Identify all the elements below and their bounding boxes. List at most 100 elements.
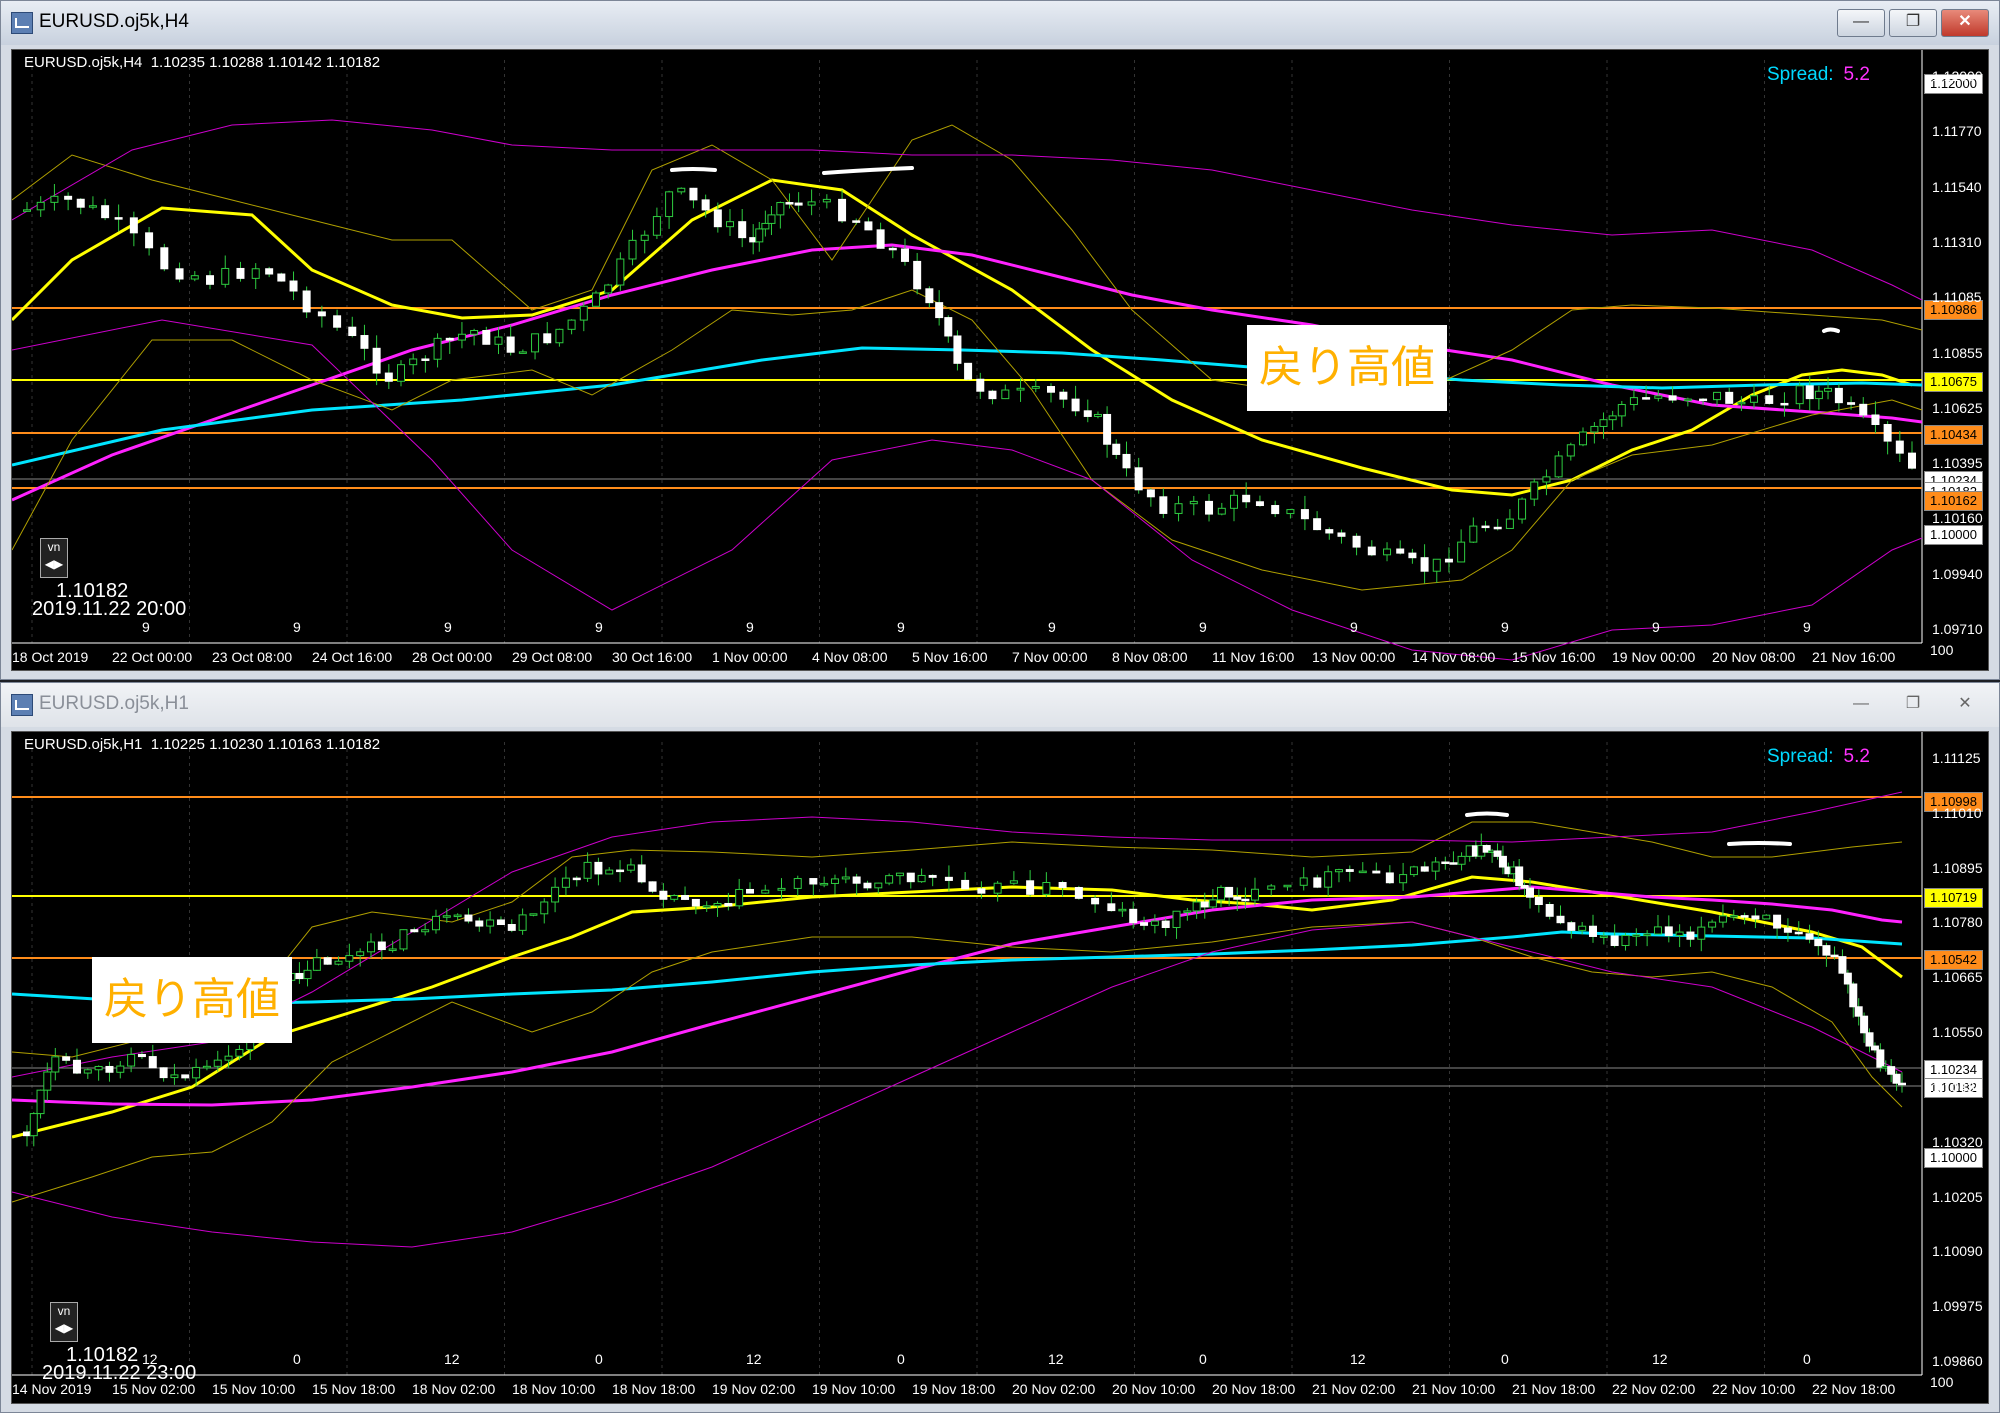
candle-body [384,372,393,382]
candlestick-chart-svg[interactable] [12,732,1990,1405]
candle-body [1749,395,1758,403]
maximize-button[interactable]: ❐ [1889,9,1937,37]
price-chart[interactable]: EURUSD.oj5k,H4 1.10235 1.10288 1.10142 1… [11,49,1989,671]
price-tick-label: 1.11010 [1932,804,1982,821]
candle-body [431,915,440,931]
candle-body [1830,954,1839,958]
price-tick-label: 1.10090 [1932,1243,1983,1260]
symbol-info: EURUSD.oj5k,H1 1.10225 1.10230 1.10163 1… [24,736,381,753]
annotation-label: 戻り高値 [1247,325,1447,411]
candle-body [1617,404,1626,417]
candle-body [1773,914,1782,929]
candle-body [1241,898,1250,902]
price-tick-label: 1.09710 [1932,621,1983,637]
annotation-label: 戻り高値 [92,957,292,1043]
hour-mark-label: 12 [1048,1351,1064,1367]
annotation-stroke [1727,841,1792,846]
time-axis-label: 20 Nov 02:00 [1012,1381,1096,1397]
close-button[interactable]: ✕ [1941,9,1989,37]
chart-window-h4[interactable]: EURUSD.oj5k,H4 — ❐ ✕ EURUSD.oj5k,H4 1.10… [0,0,2000,680]
candle-body [1895,440,1904,454]
minimize-button[interactable]: — [1837,9,1885,37]
time-axis-label: 19 Nov 00:00 [1612,649,1696,665]
candle-body [160,247,169,270]
candle-body [1399,874,1408,884]
time-axis-label: 22 Nov 18:00 [1812,1381,1896,1397]
candle-body [628,239,637,260]
candle-body [616,869,625,873]
candle-body [51,1056,60,1073]
candle-body [496,919,505,926]
time-axis-label: 21 Nov 16:00 [1812,649,1896,665]
candle-body [1697,926,1706,940]
candle-body [303,969,312,980]
candle-body [1042,882,1051,895]
title-bar[interactable]: EURUSD.oj5k,H4 — ❐ ✕ [1,1,1999,45]
candle-body [1026,880,1035,895]
candle-body [1814,390,1823,400]
candle-body [148,1056,157,1069]
candle-body [1250,888,1259,901]
price-tick-label: 1.10855 [1932,344,1983,361]
candlestick-chart-svg[interactable] [12,50,1990,672]
candle-body [1887,1066,1896,1075]
navigation-widget[interactable]: vn ◀▶ [40,538,68,578]
candle-body [900,248,909,262]
candle-body [1865,1032,1874,1047]
minimize-button[interactable]: — [1837,691,1885,719]
time-axis-label: 5 Nov 16:00 [912,649,988,665]
candle-body [1083,410,1092,417]
candle-body [953,335,962,364]
time-axis-label: 15 Nov 18:00 [312,1381,396,1397]
price-level-tag: 1.10675 [1924,372,1983,392]
candle-body [691,898,700,907]
candle-body [713,902,722,907]
time-axis-label: 30 Oct 16:00 [612,649,693,665]
price-chart[interactable]: EURUSD.oj5k,H1 1.10225 1.10230 1.10163 1… [11,731,1989,1404]
annotation-stroke [822,166,914,175]
title-bar[interactable]: EURUSD.oj5k,H1 — ❐ ✕ [1,683,1999,727]
candle-body [1737,401,1746,405]
candle-body [518,351,527,354]
candle-body [312,957,321,971]
close-button[interactable]: ✕ [1941,691,1989,719]
chart-window-h1[interactable]: EURUSD.oj5k,H1 — ❐ ✕ EURUSD.oj5k,H1 1.10… [0,682,2000,1413]
maximize-button[interactable]: ❐ [1889,691,1937,719]
candle-body [1225,886,1234,898]
candle-body [1675,931,1684,936]
candle-body [1134,467,1143,491]
candle-body [1526,887,1535,898]
candle-body [852,220,861,223]
candle-body [1805,385,1814,400]
candle-body [1337,532,1346,537]
time-axis-label: 21 Nov 10:00 [1412,1381,1496,1397]
annotation-stroke [1822,327,1840,333]
navigation-widget[interactable]: vn ◀▶ [50,1302,78,1342]
price-tick-label: 1.10395 [1932,455,1983,472]
candle-body [726,221,735,228]
candle-body [874,882,883,889]
moving-average-magenta [12,885,1903,1107]
candle-body [1883,424,1892,442]
hour-mark-label: 9 [595,619,603,635]
candle-body [594,861,603,875]
envelope-upper [12,119,1923,301]
candle-body [605,869,614,875]
time-axis-label: 20 Nov 10:00 [1112,1381,1196,1397]
candle-body [388,948,397,951]
candle-body [776,202,785,216]
hour-mark-label: 0 [1803,1351,1811,1367]
candle-body [1183,910,1192,913]
annotation-stroke [670,167,717,172]
time-axis-label: 18 Nov 02:00 [412,1381,496,1397]
candle-body [1009,880,1018,884]
price-tick-label: 1.11310 [1932,233,1982,250]
candle-body [224,1055,233,1061]
candle-body [738,221,747,239]
candle-body [1286,509,1295,515]
time-axis-label: 15 Nov 10:00 [212,1381,296,1397]
candle-body [265,268,274,275]
price-level-tag: 1.10234 [1924,1060,1983,1080]
candle-body [1892,1073,1901,1084]
candle-body [604,284,613,294]
